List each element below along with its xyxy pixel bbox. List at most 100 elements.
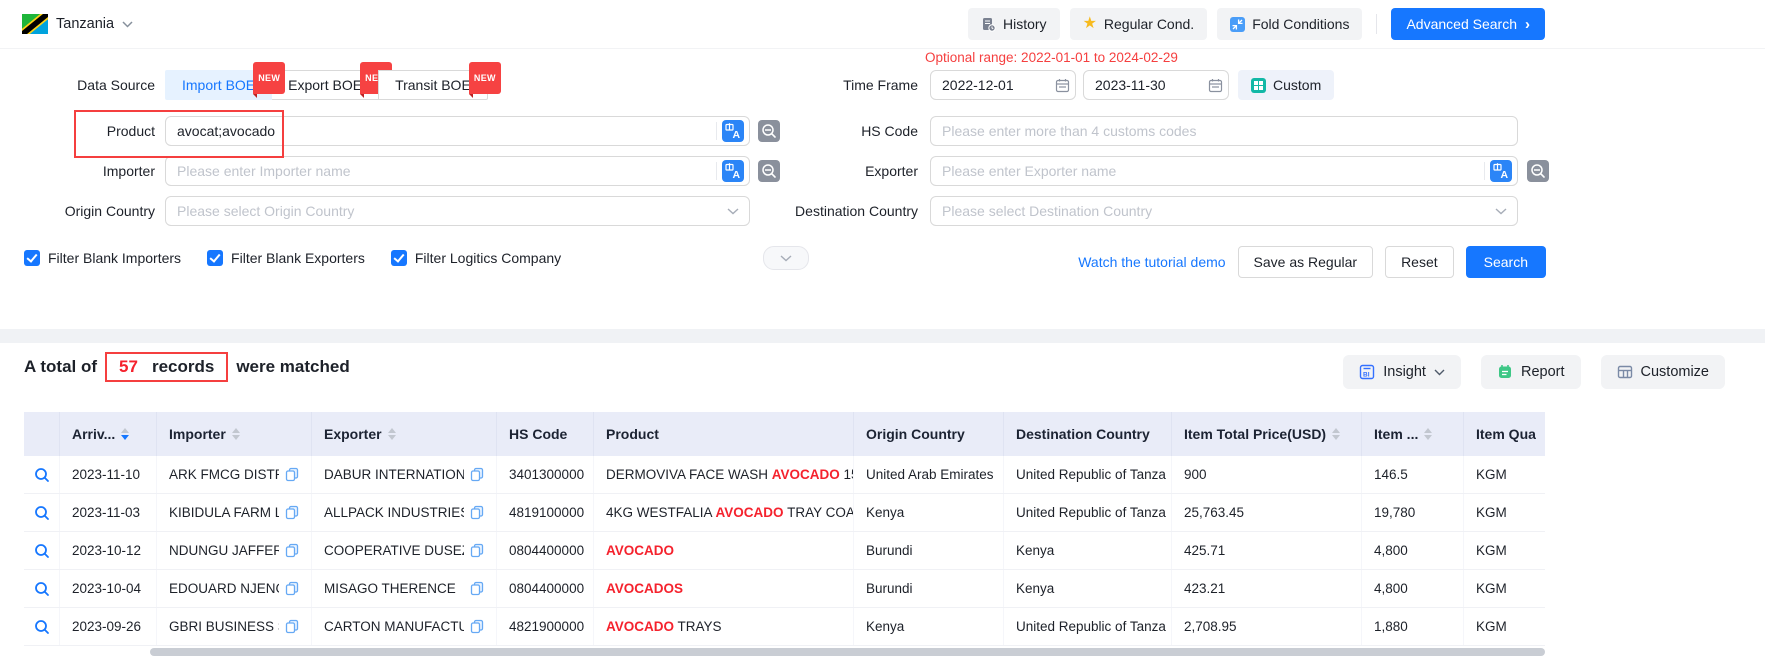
column-header-arriv[interactable]: Arriv... — [60, 412, 157, 456]
column-header-exporter[interactable]: Exporter — [312, 412, 497, 456]
history-button[interactable]: History — [968, 8, 1060, 40]
exact-search-icon[interactable] — [1527, 160, 1549, 182]
copy-icon[interactable] — [285, 619, 299, 634]
date-to-input[interactable] — [1083, 70, 1229, 100]
tutorial-demo-link[interactable]: Watch the tutorial demo — [1078, 254, 1225, 270]
fold-conditions-button[interactable]: Fold Conditions — [1217, 8, 1362, 40]
collapse-conditions-button[interactable] — [763, 246, 809, 270]
record-count: 57 — [119, 357, 138, 377]
checkbox-checked-icon[interactable] — [24, 250, 40, 266]
insight-button[interactable]: BI Insight — [1343, 355, 1461, 389]
translate-icon[interactable]: A — [717, 120, 749, 142]
origin-country-select[interactable] — [165, 196, 750, 226]
cell-importer: NDUNGU JAFFERS — [157, 532, 312, 569]
calendar-icon[interactable] — [1050, 78, 1075, 93]
cell-arrival-date: 2023-11-10 — [60, 456, 157, 493]
product-text: TRAYS — [674, 619, 722, 634]
report-button[interactable]: Report — [1481, 355, 1581, 389]
sort-icon[interactable] — [1332, 428, 1340, 440]
copy-icon[interactable] — [470, 505, 484, 520]
product-keyword-highlight: AVOCADO — [606, 543, 674, 558]
custom-range-button[interactable]: Custom — [1238, 70, 1334, 100]
regular-cond-button[interactable]: ★ Regular Cond. — [1070, 8, 1208, 40]
hs-code-input[interactable] — [930, 116, 1518, 146]
reset-button[interactable]: Reset — [1385, 246, 1454, 278]
row-detail-magnifier-icon[interactable] — [24, 608, 60, 645]
regular-cond-label: Regular Cond. — [1104, 16, 1194, 32]
copy-icon[interactable] — [470, 581, 484, 596]
cell-exporter: COOPERATIVE DUSEZ — [312, 532, 497, 569]
row-detail-magnifier-icon[interactable] — [24, 494, 60, 531]
tab-import-boe[interactable]: Import BOE NEW — [165, 70, 272, 100]
checkbox-filter-blank-importers[interactable]: Filter Blank Importers — [24, 250, 181, 266]
search-button[interactable]: Search — [1466, 246, 1546, 278]
tab-export-boe[interactable]: Export BOE NEW — [271, 70, 379, 100]
chevron-down-icon[interactable] — [727, 208, 749, 215]
destination-country-select[interactable] — [930, 196, 1518, 226]
save-as-regular-button[interactable]: Save as Regular — [1238, 246, 1374, 278]
copy-icon[interactable] — [285, 581, 299, 596]
checkbox-checked-icon[interactable] — [207, 250, 223, 266]
copy-icon[interactable] — [470, 467, 484, 482]
date-from-input[interactable] — [930, 70, 1076, 100]
tab-transit-boe[interactable]: Transit BOE NEW — [378, 70, 488, 100]
date-to-value[interactable] — [1084, 71, 1203, 99]
app-screen: Tanzania History ★ Regular Cond. — [0, 0, 1765, 660]
importer-field[interactable] — [166, 157, 716, 185]
copy-icon[interactable] — [470, 619, 484, 634]
date-from-value[interactable] — [931, 71, 1050, 99]
cell-hs-code: 4819100000 — [497, 494, 594, 531]
horizontal-scrollbar[interactable] — [150, 648, 1545, 656]
calendar-icon[interactable] — [1203, 78, 1228, 93]
checkbox-label: Filter Logitics Company — [415, 250, 561, 266]
product-value[interactable] — [166, 117, 716, 145]
translate-icon[interactable]: A — [1485, 160, 1517, 182]
sort-icon[interactable] — [121, 428, 129, 440]
custom-label: Custom — [1273, 77, 1321, 93]
product-input[interactable]: A — [165, 116, 750, 146]
column-header-label: Item Total Price(USD) — [1184, 426, 1326, 442]
summary-prefix: A total of — [24, 357, 97, 377]
country-switcher[interactable]: Tanzania — [22, 0, 133, 48]
column-header-importer[interactable]: Importer — [157, 412, 312, 456]
column-header-label: Destination Country — [1016, 426, 1150, 442]
sort-icon[interactable] — [388, 428, 396, 440]
copy-icon[interactable] — [470, 543, 484, 558]
cell-item-total-price: 2,708.95 — [1172, 608, 1362, 645]
destination-country-field[interactable] — [931, 197, 1495, 225]
advanced-search-button[interactable]: Advanced Search › — [1391, 8, 1545, 40]
row-detail-magnifier-icon[interactable] — [24, 532, 60, 569]
checkbox-label: Filter Blank Exporters — [231, 250, 365, 266]
table-body: 2023-11-10ARK FMCG DISTRIDABUR INTERNATI… — [24, 456, 1545, 646]
arrow-right-icon: › — [1525, 17, 1530, 32]
customize-button[interactable]: Customize — [1601, 355, 1726, 389]
translate-icon[interactable]: A — [717, 160, 749, 182]
sort-icon[interactable] — [232, 428, 240, 440]
copy-icon[interactable] — [285, 505, 299, 520]
copy-icon[interactable] — [285, 467, 299, 482]
svg-text:A: A — [733, 129, 741, 141]
checkbox-checked-icon[interactable] — [391, 250, 407, 266]
copy-icon[interactable] — [285, 543, 299, 558]
chevron-down-icon[interactable] — [1495, 208, 1517, 215]
cell-importer: EDOUARD NJENGA — [157, 570, 312, 607]
origin-country-field[interactable] — [166, 197, 727, 225]
sort-icon[interactable] — [1424, 428, 1432, 440]
row-detail-magnifier-icon[interactable] — [24, 570, 60, 607]
report-icon — [1497, 364, 1513, 380]
product-text: 15 — [840, 467, 854, 482]
customize-table-icon — [1617, 364, 1633, 380]
exporter-field[interactable] — [931, 157, 1484, 185]
svg-text:A: A — [1501, 169, 1509, 181]
checkbox-filter-logitics-company[interactable]: Filter Logitics Company — [391, 250, 561, 266]
cell-item-quantity-unit: KGM — [1464, 608, 1545, 645]
column-header-item[interactable]: Item ... — [1362, 412, 1464, 456]
row-detail-magnifier-icon[interactable] — [24, 456, 60, 493]
product-keyword-highlight: AVOCADO — [606, 619, 674, 634]
column-header-item-total-price-usd[interactable]: Item Total Price(USD) — [1172, 412, 1362, 456]
importer-input[interactable]: A — [165, 156, 750, 186]
time-frame-label: Time Frame — [750, 70, 918, 100]
checkbox-filter-blank-exporters[interactable]: Filter Blank Exporters — [207, 250, 365, 266]
exporter-input[interactable]: A — [930, 156, 1518, 186]
hs-code-field[interactable] — [931, 117, 1517, 145]
